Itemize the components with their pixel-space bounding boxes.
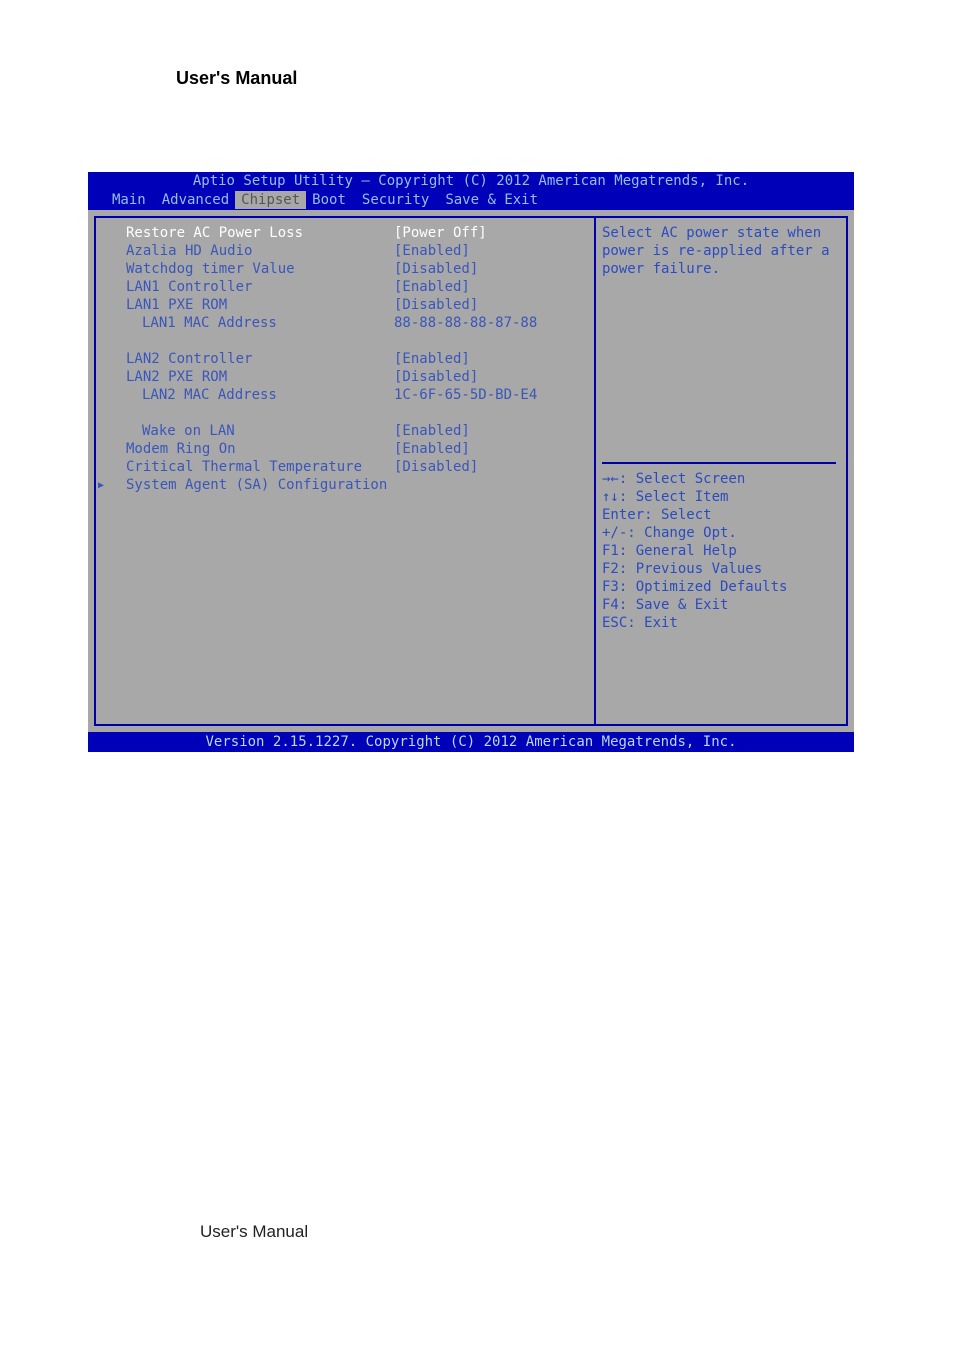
setting-label: Modem Ring On: [126, 440, 394, 458]
settings-pane: Restore AC Power Loss [Power Off] Azalia…: [96, 218, 594, 724]
tab-boot[interactable]: Boot: [306, 191, 352, 209]
setting-value: [Enabled]: [394, 242, 586, 260]
setting-label: LAN2 PXE ROM: [126, 368, 394, 386]
nav-general-help: F1: General Help: [602, 542, 836, 560]
setting-label: Watchdog timer Value: [126, 260, 394, 278]
setting-value: [Enabled]: [394, 440, 586, 458]
setting-value: [Power Off]: [394, 224, 586, 242]
tab-security[interactable]: Security: [356, 191, 435, 209]
setting-lan2-controller[interactable]: LAN2 Controller [Enabled]: [98, 350, 586, 368]
bios-window: Aptio Setup Utility – Copyright (C) 2012…: [88, 172, 854, 752]
setting-value: [Disabled]: [394, 458, 586, 476]
bios-version-bar: Version 2.15.1227. Copyright (C) 2012 Am…: [88, 732, 854, 752]
tab-main[interactable]: Main: [106, 191, 152, 209]
bios-frame: Restore AC Power Loss [Power Off] Azalia…: [88, 210, 854, 732]
setting-lan1-controller[interactable]: LAN1 Controller [Enabled]: [98, 278, 586, 296]
bios-title-bar: Aptio Setup Utility – Copyright (C) 2012…: [88, 172, 854, 190]
setting-lan2-pxe-rom[interactable]: LAN2 PXE ROM [Disabled]: [98, 368, 586, 386]
info-lan2-mac-address: LAN2 MAC Address 1C-6F-65-5D-BD-E4: [98, 386, 586, 404]
nav-select-screen: →←: Select Screen: [602, 470, 836, 488]
nav-save-exit: F4: Save & Exit: [602, 596, 836, 614]
nav-select-item: ↑↓: Select Item: [602, 488, 836, 506]
setting-critical-thermal-temperature[interactable]: Critical Thermal Temperature [Disabled]: [98, 458, 586, 476]
page-title: User's Manual: [176, 68, 297, 89]
bios-inner: Restore AC Power Loss [Power Off] Azalia…: [94, 216, 848, 726]
setting-label: LAN2 Controller: [126, 350, 394, 368]
tab-advanced[interactable]: Advanced: [156, 191, 235, 209]
info-value: 88-88-88-88-87-88: [394, 314, 586, 332]
setting-modem-ring-on[interactable]: Modem Ring On [Enabled]: [98, 440, 586, 458]
help-description: Select AC power state when power is re-a…: [602, 224, 836, 460]
setting-label: LAN1 Controller: [126, 278, 394, 296]
setting-label: LAN1 PXE ROM: [126, 296, 394, 314]
setting-restore-ac-power-loss[interactable]: Restore AC Power Loss [Power Off]: [98, 224, 586, 242]
setting-value: [Disabled]: [394, 296, 586, 314]
info-value: 1C-6F-65-5D-BD-E4: [394, 386, 586, 404]
blank-row: [98, 404, 586, 422]
setting-value: [Enabled]: [394, 422, 586, 440]
blank-row: [98, 332, 586, 350]
info-label: LAN2 MAC Address: [142, 386, 394, 404]
bios-menu-bar: Main Advanced Chipset Boot Security Save…: [88, 190, 854, 210]
setting-label: Azalia HD Audio: [126, 242, 394, 260]
setting-value: [Enabled]: [394, 350, 586, 368]
nav-help: →←: Select Screen ↑↓: Select Item Enter:…: [602, 470, 836, 632]
nav-enter-select: Enter: Select: [602, 506, 836, 524]
nav-previous-values: F2: Previous Values: [602, 560, 836, 578]
setting-value: [Disabled]: [394, 260, 586, 278]
tab-chipset[interactable]: Chipset: [235, 191, 306, 209]
setting-wake-on-lan[interactable]: Wake on LAN [Enabled]: [98, 422, 586, 440]
setting-label: Wake on LAN: [142, 422, 394, 440]
help-pane: Select AC power state when power is re-a…: [594, 218, 842, 724]
info-lan1-mac-address: LAN1 MAC Address 88-88-88-88-87-88: [98, 314, 586, 332]
submenu-arrow-icon: [98, 476, 112, 494]
nav-change-opt: +/-: Change Opt.: [602, 524, 836, 542]
setting-label: Critical Thermal Temperature: [126, 458, 394, 476]
nav-esc-exit: ESC: Exit: [602, 614, 836, 632]
help-divider: [602, 462, 836, 464]
submenu-system-agent-configuration[interactable]: System Agent (SA) Configuration: [98, 476, 586, 494]
nav-optimized-defaults: F3: Optimized Defaults: [602, 578, 836, 596]
info-label: LAN1 MAC Address: [142, 314, 394, 332]
help-line: power is re-applied after a: [602, 242, 836, 260]
help-line: Select AC power state when: [602, 224, 836, 242]
setting-value: [Disabled]: [394, 368, 586, 386]
help-line: power failure.: [602, 260, 836, 278]
setting-watchdog-timer[interactable]: Watchdog timer Value [Disabled]: [98, 260, 586, 278]
tab-save-exit[interactable]: Save & Exit: [439, 191, 544, 209]
setting-value: [Enabled]: [394, 278, 586, 296]
setting-azalia-hd-audio[interactable]: Azalia HD Audio [Enabled]: [98, 242, 586, 260]
submenu-label: System Agent (SA) Configuration: [126, 476, 387, 494]
setting-lan1-pxe-rom[interactable]: LAN1 PXE ROM [Disabled]: [98, 296, 586, 314]
page-footer: User's Manual: [200, 1222, 308, 1242]
setting-label: Restore AC Power Loss: [126, 224, 394, 242]
